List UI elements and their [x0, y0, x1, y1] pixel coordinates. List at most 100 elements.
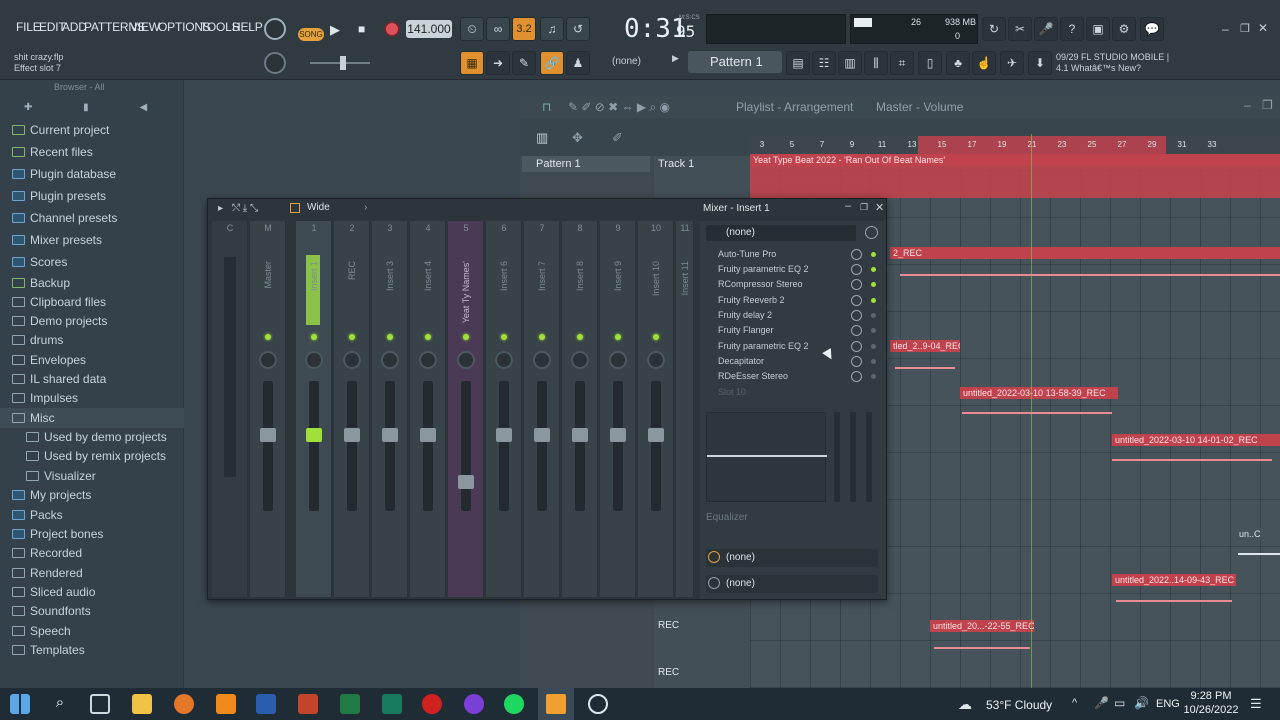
volume-fader-handle[interactable] — [382, 428, 398, 442]
mixer-close-icon[interactable]: ✕ — [875, 201, 884, 214]
timeline-ruler[interactable]: 3 5 7 9 11 13 15 17 19 21 23 25 27 29 31… — [750, 134, 1280, 156]
browser-item-my-projects[interactable]: My projects — [12, 486, 91, 504]
play-icon[interactable]: ▶ — [330, 22, 340, 38]
audio-clip-waveform[interactable] — [1116, 600, 1232, 602]
move-icon[interactable]: ✥ — [572, 130, 583, 146]
effect-slot-9[interactable]: RDeEsser Stereo — [704, 369, 878, 384]
browser-item-demo-projects[interactable]: Demo projects — [12, 312, 107, 330]
browser-item-misc[interactable]: Misc — [12, 409, 55, 427]
browser-item-il-shared-data[interactable]: IL shared data — [12, 370, 106, 388]
strip-enable-led[interactable] — [577, 334, 583, 340]
volume-fader[interactable] — [651, 381, 661, 511]
channel-rack-icon[interactable]: ☷ — [812, 51, 836, 75]
browser-item-drums[interactable]: drums — [12, 331, 63, 349]
mixer-tools-icon[interactable]: ⤲ ⤓ ⤡ — [232, 203, 258, 214]
pan-knob[interactable] — [305, 351, 323, 369]
publisher-icon[interactable] — [382, 694, 402, 714]
mix-knob-icon[interactable] — [851, 249, 862, 260]
audio-clip-waveform[interactable] — [934, 647, 1030, 649]
audio-clip-header[interactable]: untitled_2022..14-09-43_REC — [1112, 574, 1236, 586]
track-rec-label[interactable]: REC — [658, 620, 679, 631]
clock-time[interactable]: 9:28 PM — [1184, 690, 1238, 702]
mixer-maximize-icon[interactable]: ❐ — [860, 202, 868, 213]
mixer-layout-label[interactable]: Wide — [307, 202, 330, 213]
news-panel[interactable]: 09/29 FL STUDIO MOBILE | — [1056, 52, 1169, 62]
browser-item-speech[interactable]: Speech — [12, 622, 71, 640]
effect-slot-1[interactable]: Auto-Tune Pro — [704, 247, 878, 262]
stop-icon[interactable]: ■ — [358, 22, 365, 36]
news-line2[interactable]: 4.1 Whatâ€™s New? — [1056, 63, 1141, 73]
undo-icon[interactable]: ↻ — [982, 17, 1006, 41]
pattern-prev-icon[interactable]: ▶ — [672, 53, 682, 71]
volume-fader-handle[interactable] — [648, 428, 664, 442]
track-1-label[interactable]: Track 1 — [658, 158, 694, 170]
browser-item-used-by-remix-projects[interactable]: Used by remix projects — [26, 447, 166, 465]
effect-slot-3[interactable]: RCompressor Stereo — [704, 277, 878, 292]
pan-knob[interactable] — [457, 351, 475, 369]
slot-enable-led[interactable] — [871, 344, 876, 349]
mixer-strip-insert-10[interactable]: 10 Insert 10 — [638, 221, 674, 597]
track-rec-label[interactable]: REC — [658, 667, 679, 678]
mixer-strip-current[interactable]: C — [212, 221, 248, 597]
strip-enable-led[interactable] — [501, 334, 507, 340]
audio-clip-header[interactable]: Yeat Type Beat 2022 - 'Ran Out Of Beat N… — [750, 154, 1280, 166]
plugin-icon[interactable]: ⚙ — [1112, 17, 1136, 41]
snap-button[interactable]: 3.2 — [512, 17, 536, 41]
mixer-layout-arrow-icon[interactable]: › — [364, 202, 367, 213]
volume-fader[interactable] — [263, 381, 273, 511]
tempo-display[interactable]: 141.000 — [406, 20, 452, 38]
volume-fader-handle[interactable] — [572, 428, 588, 442]
audio-clip-waveform[interactable] — [750, 166, 1280, 198]
mix-knob-icon[interactable] — [851, 356, 862, 367]
volume-fader[interactable] — [461, 381, 471, 511]
audio-clip-header[interactable]: 2_REC — [890, 247, 1280, 259]
firefox-icon[interactable] — [174, 694, 194, 714]
menu-file[interactable]: FILE — [16, 20, 41, 34]
tools-icon[interactable]: ✂ — [1008, 17, 1032, 41]
pan-knob[interactable] — [647, 351, 665, 369]
pattern-picker[interactable]: (none) — [612, 56, 668, 70]
mix-knob-icon[interactable] — [851, 279, 862, 290]
link-icon[interactable]: 🔗 — [540, 51, 564, 75]
file-explorer-icon[interactable] — [132, 694, 152, 714]
task-view-icon[interactable] — [90, 694, 110, 714]
spotify-icon[interactable] — [504, 694, 524, 714]
volume-fader-handle[interactable] — [306, 428, 322, 442]
browser-item-packs[interactable]: Packs — [12, 506, 63, 524]
pencil-icon[interactable]: ✎ — [512, 51, 536, 75]
browser-item-envelopes[interactable]: Envelopes — [12, 351, 86, 369]
song-mode-toggle[interactable]: SONG — [298, 28, 324, 41]
slot-enable-led[interactable] — [871, 252, 876, 257]
piano-icon[interactable]: ▥ — [536, 130, 548, 146]
strip-enable-led[interactable] — [349, 334, 355, 340]
master-pitch-knob[interactable] — [264, 52, 286, 74]
stamp-icon[interactable]: ♟ — [566, 51, 590, 75]
mixer-strip-insert-11[interactable]: 11 Insert 11 — [676, 221, 694, 597]
mixer-strip-insert-4[interactable]: 4 Insert 4 — [410, 221, 446, 597]
browser-speaker-icon[interactable]: ◀ — [139, 102, 147, 113]
master-volume-knob[interactable] — [264, 18, 286, 40]
audio-clip-header[interactable]: untitled_2022-03-10 14-01-02_REC — [1112, 434, 1280, 446]
eq-band-slider-mid[interactable] — [850, 412, 856, 502]
slot-enable-led[interactable] — [871, 359, 876, 364]
browser-icon[interactable]: ⌗ — [890, 51, 914, 75]
audio-clip-header[interactable]: untitled_20...-22-55_REC — [930, 620, 1034, 632]
effect-slot-4[interactable]: Fruity Reeverb 2 — [704, 293, 878, 308]
mixer-menu-icon[interactable]: ▸ — [218, 203, 223, 214]
browser-item-rendered[interactable]: Rendered — [12, 564, 83, 582]
tray-chevron-icon[interactable]: ^ — [1072, 697, 1077, 709]
audio-clip-waveform[interactable] — [900, 274, 1280, 276]
pitch-slider-handle[interactable] — [340, 56, 346, 70]
volume-fader[interactable] — [347, 381, 357, 511]
browser-item-clipboard-files[interactable]: Clipboard files — [12, 293, 106, 311]
pan-knob[interactable] — [571, 351, 589, 369]
strip-enable-led[interactable] — [311, 334, 317, 340]
mixer-strip-insert-1[interactable]: 1 Insert 1 — [296, 221, 332, 597]
browser-item-channel-presets[interactable]: Channel presets — [12, 209, 117, 227]
slot-enable-led[interactable] — [871, 313, 876, 318]
blend-notes-icon[interactable]: ♫ — [540, 17, 564, 41]
pan-knob[interactable] — [419, 351, 437, 369]
slot-enable-led[interactable] — [871, 282, 876, 287]
volume-fader-handle[interactable] — [458, 475, 474, 489]
effect-slot-6[interactable]: Fruity Flanger — [704, 323, 878, 338]
